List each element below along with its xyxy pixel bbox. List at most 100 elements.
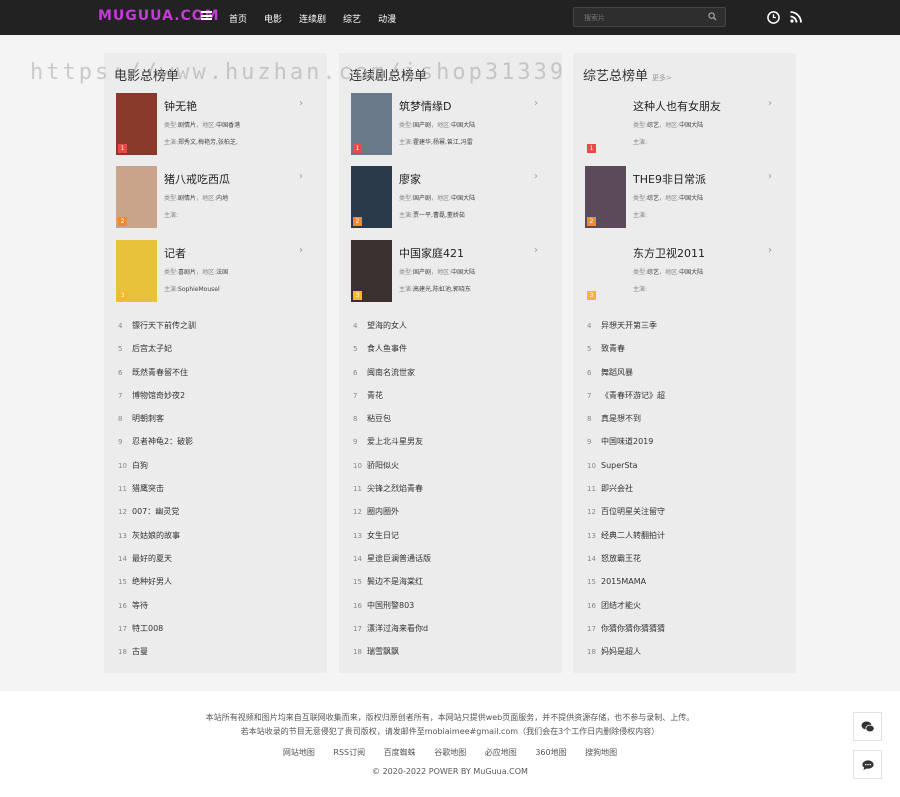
list-item[interactable]: 4 异想天开第三季 [587,317,787,340]
list-item[interactable]: 18 瑞雪飘飘 [353,643,553,666]
list-item-title[interactable]: 食人鱼事件 [367,344,407,353]
top-ranked-item[interactable]: 3 中国家庭421 类型:国产剧，地区:中国大陆 主演:高建光,陈虹池,郭晓东 › [349,240,552,304]
top-ranked-item[interactable]: 2 廖家 类型:国产剧，地区:中国大陆 主演:贾一平,曹磊,董娇茹 › [349,166,552,230]
poster-image[interactable]: 3 [351,240,392,302]
clock-icon[interactable] [767,11,780,24]
list-item[interactable]: 8 真是想不到 [587,410,787,433]
list-item[interactable]: 9 中国味道2019 [587,433,787,456]
poster-image[interactable]: 3 [116,240,157,302]
list-item[interactable]: 6 闽南名流世家 [353,364,553,387]
list-item-title[interactable]: 等待 [132,601,148,610]
title-link[interactable]: 筑梦情缘D [399,98,451,114]
list-item[interactable]: 12 圈内圈外 [353,503,553,526]
top-ranked-item[interactable]: 3 东方卫视2011 类型:综艺，地区:中国大陆 主演: › [583,240,786,304]
list-item[interactable]: 11 即兴会社 [587,480,787,503]
wechat-button[interactable] [853,712,882,741]
list-item[interactable]: 4 镖行天下前传之驯 [118,317,318,340]
list-item-title[interactable]: 望海的女人 [367,321,407,330]
footer-link-sogou[interactable]: 搜狗地图 [585,748,617,757]
chevron-right-icon[interactable]: › [534,245,538,256]
list-item[interactable]: 16 中国刑警803 [353,597,553,620]
list-item-title[interactable]: 团结才能火 [601,601,641,610]
list-item-title[interactable]: 既然青春留不住 [132,368,188,377]
list-item-title[interactable]: 经典二人转翻拍计 [601,531,665,540]
list-item-title[interactable]: 白狗 [132,461,148,470]
footer-link-360[interactable]: 360地图 [535,748,566,757]
list-item-title[interactable]: 爱上北斗星男友 [367,437,423,446]
list-item-title[interactable]: 007：幽灵党 [132,507,179,516]
list-item-title[interactable]: 异想天开第三季 [601,321,657,330]
nav-anime[interactable]: 动漫 [378,12,396,25]
title-link[interactable]: 东方卫视2011 [633,245,705,261]
nav-variety[interactable]: 综艺 [343,12,361,25]
list-item-title[interactable]: 女生日记 [367,531,399,540]
list-item-title[interactable]: 猎鹰突击 [132,484,164,493]
list-item-title[interactable]: 你猜你猜你猜猜猜 [601,624,665,633]
list-item[interactable]: 18 古曼 [118,643,318,666]
title-link[interactable]: THE9非日常派 [633,171,706,187]
list-item[interactable]: 14 星途巨澜普通话版 [353,550,553,573]
nav-series[interactable]: 连续剧 [299,12,326,25]
poster-image[interactable]: 1 [116,93,157,155]
chevron-right-icon[interactable]: › [534,171,538,182]
list-item[interactable]: 12 百位明星关注留守 [587,503,787,526]
chevron-right-icon[interactable]: › [768,245,772,256]
list-item-title[interactable]: 舞蹈风暴 [601,368,633,377]
list-item-title[interactable]: 尖锋之烈焰青春 [367,484,423,493]
rss-icon[interactable] [790,11,802,23]
list-item[interactable]: 10 SuperSta [587,457,787,480]
footer-link-google[interactable]: 谷歌地图 [434,748,466,757]
list-item[interactable]: 7 博物馆奇妙夜2 [118,387,318,410]
top-ranked-item[interactable]: 2 猪八戒吃西瓜 类型:剧情片，地区:内地 主演: › [114,166,317,230]
footer-link-rss[interactable]: RSS订阅 [333,748,365,757]
list-item[interactable]: 16 团结才能火 [587,597,787,620]
more-link[interactable]: 更多> [652,74,672,82]
menu-icon[interactable] [201,11,212,20]
chevron-right-icon[interactable]: › [299,171,303,182]
poster-image[interactable]: 3 [585,240,626,302]
list-item-title[interactable]: 粘豆包 [367,414,391,423]
nav-movies[interactable]: 电影 [264,12,282,25]
list-item-title[interactable]: 灰姑娘的故事 [132,531,180,540]
list-item-title[interactable]: 绝种好男人 [132,577,172,586]
list-item-title[interactable]: 《青春环游记》超 [601,391,665,400]
list-item-title[interactable]: 2015MAMA [601,577,646,586]
list-item[interactable]: 6 既然青春留不住 [118,364,318,387]
top-ranked-item[interactable]: 1 这种人也有女朋友 类型:综艺，地区:中国大陆 主演: › [583,93,786,157]
list-item-title[interactable]: 中国味道2019 [601,437,653,446]
list-item[interactable]: 11 尖锋之烈焰青春 [353,480,553,503]
poster-image[interactable]: 2 [585,166,626,228]
list-item-title[interactable]: 明朝刺客 [132,414,164,423]
top-ranked-item[interactable]: 2 THE9非日常派 类型:综艺，地区:中国大陆 主演: › [583,166,786,230]
poster-image[interactable]: 2 [351,166,392,228]
chevron-right-icon[interactable]: › [768,171,772,182]
title-link[interactable]: 这种人也有女朋友 [633,98,721,114]
list-item[interactable]: 9 爱上北斗星男友 [353,433,553,456]
list-item-title[interactable]: 闽南名流世家 [367,368,415,377]
poster-image[interactable]: 2 [116,166,157,228]
list-item-title[interactable]: 妈妈是超人 [601,647,641,656]
top-ranked-item[interactable]: 3 记者 类型:喜剧片，地区:法国 主演:SophieMousel › [114,240,317,304]
nav-home[interactable]: 首页 [229,12,247,25]
list-item-title[interactable]: 怒放霸王花 [601,554,641,563]
list-item[interactable]: 18 妈妈是超人 [587,643,787,666]
list-item-title[interactable]: 古曼 [132,647,148,656]
chevron-right-icon[interactable]: › [534,98,538,109]
top-ranked-item[interactable]: 1 钟无艳 类型:剧情片，地区:中国香港 主演:郑秀文,梅艳芳,张柏芝, › [114,93,317,157]
list-item[interactable]: 13 经典二人转翻拍计 [587,527,787,550]
list-item[interactable]: 10 白狗 [118,457,318,480]
list-item[interactable]: 14 怒放霸王花 [587,550,787,573]
search-input[interactable] [582,10,706,26]
top-ranked-item[interactable]: 1 筑梦情缘D 类型:国产剧，地区:中国大陆 主演:霍建华,杨幂,曾江,冯雷 › [349,93,552,157]
list-item[interactable]: 9 忍者神龟2：破影 [118,433,318,456]
list-item[interactable]: 8 粘豆包 [353,410,553,433]
list-item[interactable]: 5 食人鱼事件 [353,340,553,363]
list-item[interactable]: 14 最好的夏天 [118,550,318,573]
title-link[interactable]: 记者 [164,245,186,261]
title-link[interactable]: 钟无艳 [164,98,197,114]
list-item[interactable]: 7 青花 [353,387,553,410]
list-item[interactable]: 6 舞蹈风暴 [587,364,787,387]
list-item-title[interactable]: 漂洋过海来看你d [367,624,428,633]
list-item[interactable]: 4 望海的女人 [353,317,553,340]
title-link[interactable]: 猪八戒吃西瓜 [164,171,230,187]
